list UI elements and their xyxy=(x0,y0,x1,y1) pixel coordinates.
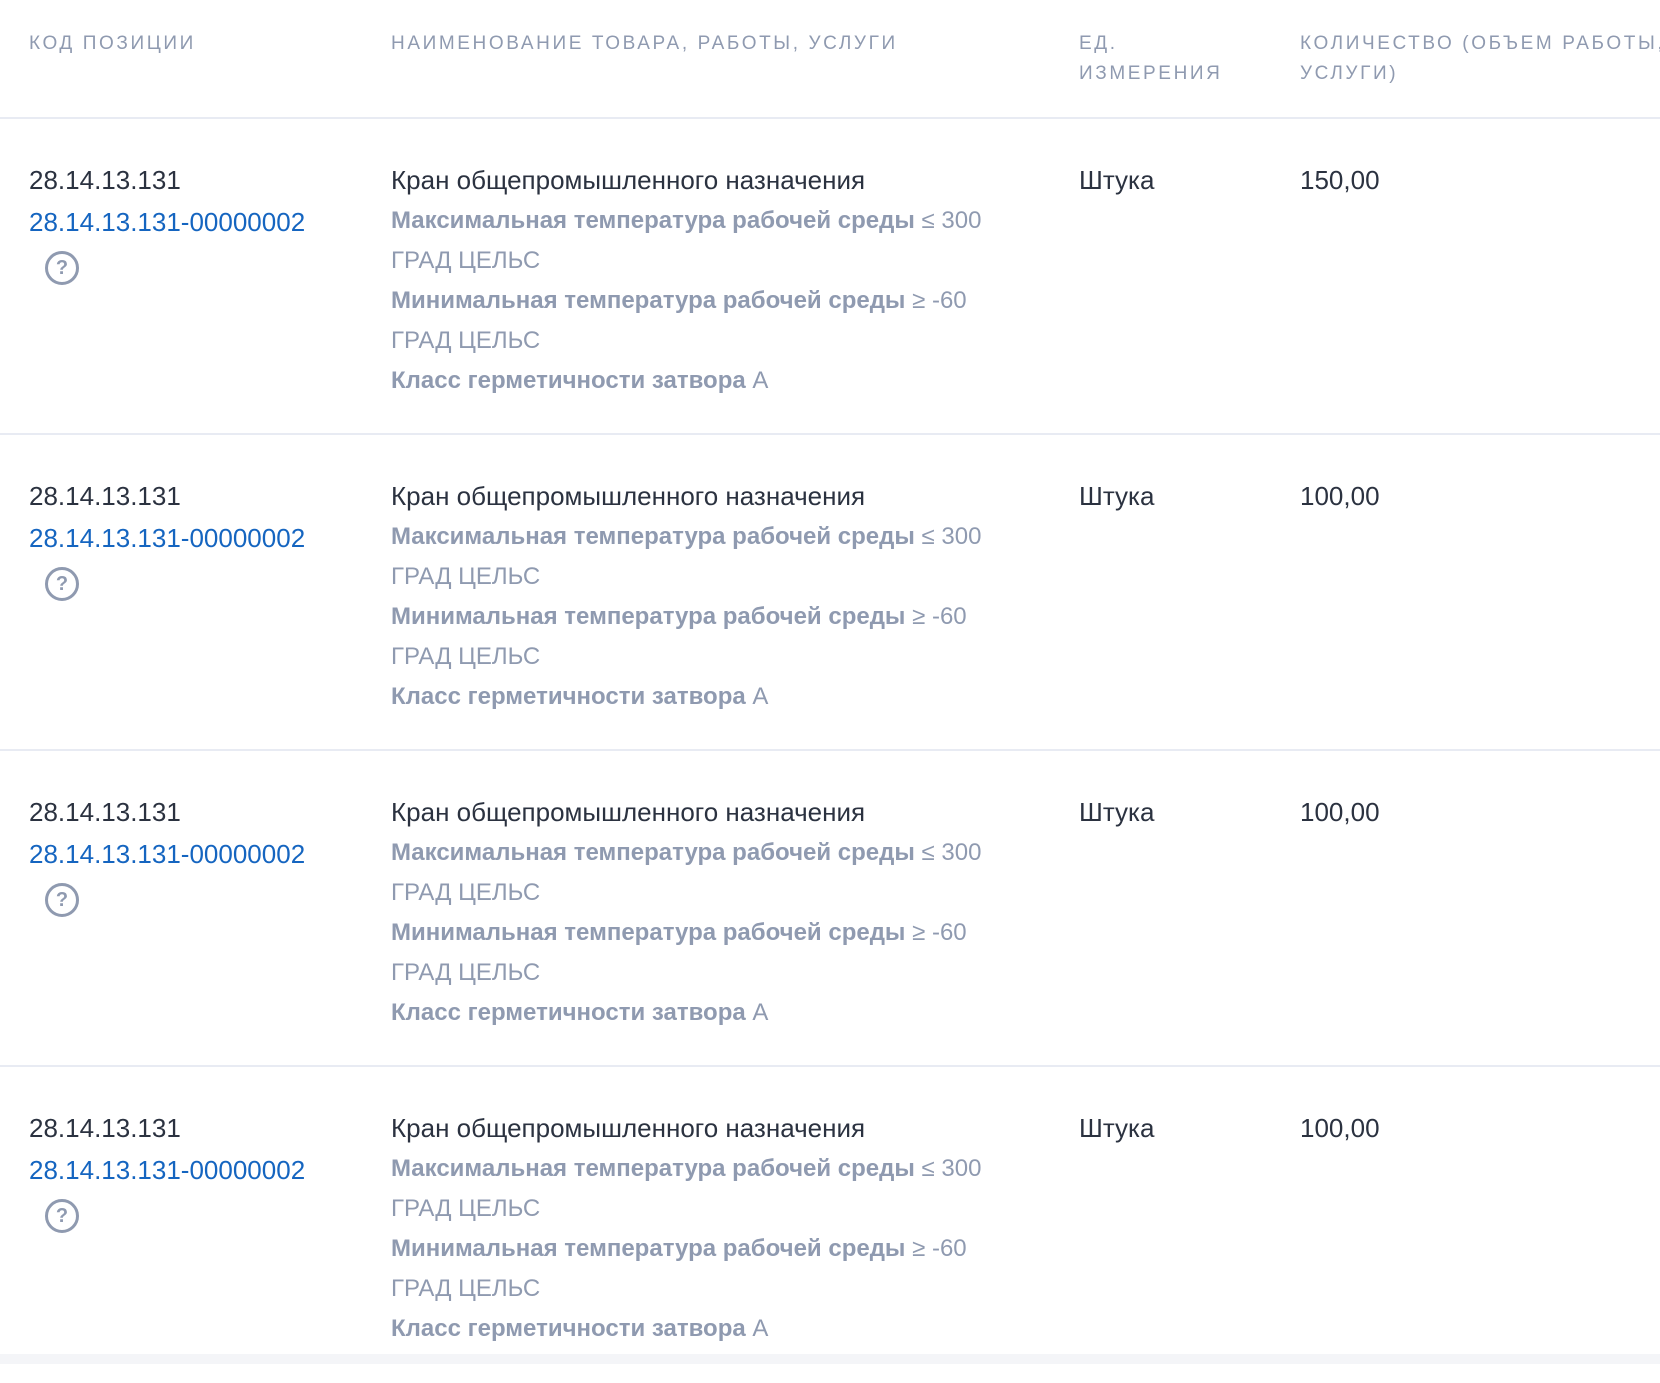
quantity-cell: 100,00 xyxy=(1300,797,1380,827)
quantity-cell: 150,00 xyxy=(1300,165,1380,195)
bottom-strip xyxy=(0,1354,1660,1364)
attribute-value: А xyxy=(752,367,769,394)
help-icon[interactable]: ? xyxy=(45,251,79,285)
ktru-code-link[interactable]: 28.14.13.131-00000002 xyxy=(29,517,305,559)
unit-cell: Штука xyxy=(1079,481,1155,511)
help-icon[interactable]: ? xyxy=(45,567,79,601)
attribute-label: Класс герметичности затвора xyxy=(391,367,746,394)
okpd-code: 28.14.13.131 xyxy=(29,1113,181,1143)
header-unit: ЕД. ИЗМЕРЕНИЯ xyxy=(1079,33,1223,84)
table-row: 28.14.13.131 28.14.13.131-00000002 ? Кра… xyxy=(0,1067,1660,1383)
positions-table: КОД ПОЗИЦИИ НАИМЕНОВАНИЕ ТОВАРА, РАБОТЫ,… xyxy=(0,0,1660,1383)
table-row: 28.14.13.131 28.14.13.131-00000002 ? Кра… xyxy=(0,435,1660,751)
product-name: Кран общепромышленного назначения xyxy=(391,165,866,195)
okpd-code: 28.14.13.131 xyxy=(29,481,181,511)
attribute-label: Минимальная температура рабочей среды xyxy=(391,603,906,630)
ktru-code-link[interactable]: 28.14.13.131-00000002 xyxy=(29,201,305,243)
attribute-label: Максимальная температура рабочей среды xyxy=(391,523,915,550)
header-qty: КОЛИЧЕСТВО (ОБЪЕМ РАБОТЫ, УСЛУГИ) xyxy=(1300,33,1660,84)
name-cell: Кран общепромышленного назначения Максим… xyxy=(391,791,1031,1033)
attribute-label: Минимальная температура рабочей среды xyxy=(391,1235,906,1262)
product-name: Кран общепромышленного назначения xyxy=(391,1113,866,1143)
unit-cell: Штука xyxy=(1079,165,1155,195)
attribute-value: А xyxy=(752,999,769,1026)
okpd-code: 28.14.13.131 xyxy=(29,165,181,195)
quantity-cell: 100,00 xyxy=(1300,1113,1380,1143)
attribute-value: А xyxy=(752,1315,769,1342)
attribute-value: А xyxy=(752,683,769,710)
attribute: Класс герметичности затвора А xyxy=(391,677,1031,717)
help-icon[interactable]: ? xyxy=(45,883,79,917)
ktru-code-link[interactable]: 28.14.13.131-00000002 xyxy=(29,833,305,875)
product-name: Кран общепромышленного назначения xyxy=(391,797,866,827)
header-code: КОД ПОЗИЦИИ xyxy=(29,33,196,54)
attribute-label: Максимальная температура рабочей среды xyxy=(391,839,915,866)
attribute: Максимальная температура рабочей среды ≤… xyxy=(391,833,1031,913)
product-name: Кран общепромышленного назначения xyxy=(391,481,866,511)
code-cell: 28.14.13.131 28.14.13.131-00000002 ? xyxy=(29,159,305,285)
ktru-code-link[interactable]: 28.14.13.131-00000002 xyxy=(29,1149,305,1191)
attribute-label: Максимальная температура рабочей среды xyxy=(391,207,915,234)
table-header: КОД ПОЗИЦИИ НАИМЕНОВАНИЕ ТОВАРА, РАБОТЫ,… xyxy=(0,0,1660,119)
okpd-code: 28.14.13.131 xyxy=(29,797,181,827)
attribute: Максимальная температура рабочей среды ≤… xyxy=(391,517,1031,597)
header-name: НАИМЕНОВАНИЕ ТОВАРА, РАБОТЫ, УСЛУГИ xyxy=(391,33,898,54)
name-cell: Кран общепромышленного назначения Максим… xyxy=(391,475,1031,717)
attribute: Минимальная температура рабочей среды ≥ … xyxy=(391,597,1031,677)
attribute-label: Максимальная температура рабочей среды xyxy=(391,1155,915,1182)
attribute: Класс герметичности затвора А xyxy=(391,1309,1031,1349)
code-cell: 28.14.13.131 28.14.13.131-00000002 ? xyxy=(29,1107,305,1233)
attribute: Максимальная температура рабочей среды ≤… xyxy=(391,1149,1031,1229)
attribute-label: Класс герметичности затвора xyxy=(391,999,746,1026)
name-cell: Кран общепромышленного назначения Максим… xyxy=(391,1107,1031,1349)
attribute-label: Класс герметичности затвора xyxy=(391,1315,746,1342)
table-row: 28.14.13.131 28.14.13.131-00000002 ? Кра… xyxy=(0,751,1660,1067)
code-cell: 28.14.13.131 28.14.13.131-00000002 ? xyxy=(29,791,305,917)
quantity-cell: 100,00 xyxy=(1300,481,1380,511)
attribute-label: Минимальная температура рабочей среды xyxy=(391,919,906,946)
unit-cell: Штука xyxy=(1079,797,1155,827)
unit-cell: Штука xyxy=(1079,1113,1155,1143)
attribute: Минимальная температура рабочей среды ≥ … xyxy=(391,1229,1031,1309)
attribute: Минимальная температура рабочей среды ≥ … xyxy=(391,913,1031,993)
attribute: Класс герметичности затвора А xyxy=(391,361,1031,401)
attribute-label: Класс герметичности затвора xyxy=(391,683,746,710)
attribute: Минимальная температура рабочей среды ≥ … xyxy=(391,281,1031,361)
attribute: Класс герметичности затвора А xyxy=(391,993,1031,1033)
attribute: Максимальная температура рабочей среды ≤… xyxy=(391,201,1031,281)
code-cell: 28.14.13.131 28.14.13.131-00000002 ? xyxy=(29,475,305,601)
attribute-label: Минимальная температура рабочей среды xyxy=(391,287,906,314)
table-row: 28.14.13.131 28.14.13.131-00000002 ? Кра… xyxy=(0,119,1660,435)
name-cell: Кран общепромышленного назначения Максим… xyxy=(391,159,1031,401)
help-icon[interactable]: ? xyxy=(45,1199,79,1233)
